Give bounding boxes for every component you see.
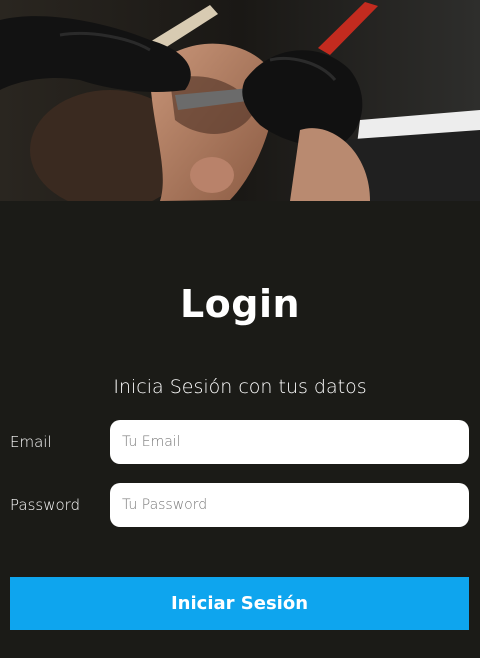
- email-label: Email: [10, 433, 52, 451]
- hero-image: [0, 0, 480, 201]
- password-label: Password: [10, 496, 81, 514]
- login-page: Login Inicia Sesión con tus datos Email …: [0, 0, 480, 658]
- email-field[interactable]: [110, 420, 469, 464]
- page-title: Login: [179, 282, 301, 326]
- email-row: Email: [10, 420, 470, 464]
- password-field[interactable]: [110, 483, 469, 527]
- login-submit-button[interactable]: Iniciar Sesión: [10, 577, 469, 630]
- login-subtitle: Inicia Sesión con tus datos: [113, 376, 367, 398]
- password-row: Password: [10, 483, 470, 527]
